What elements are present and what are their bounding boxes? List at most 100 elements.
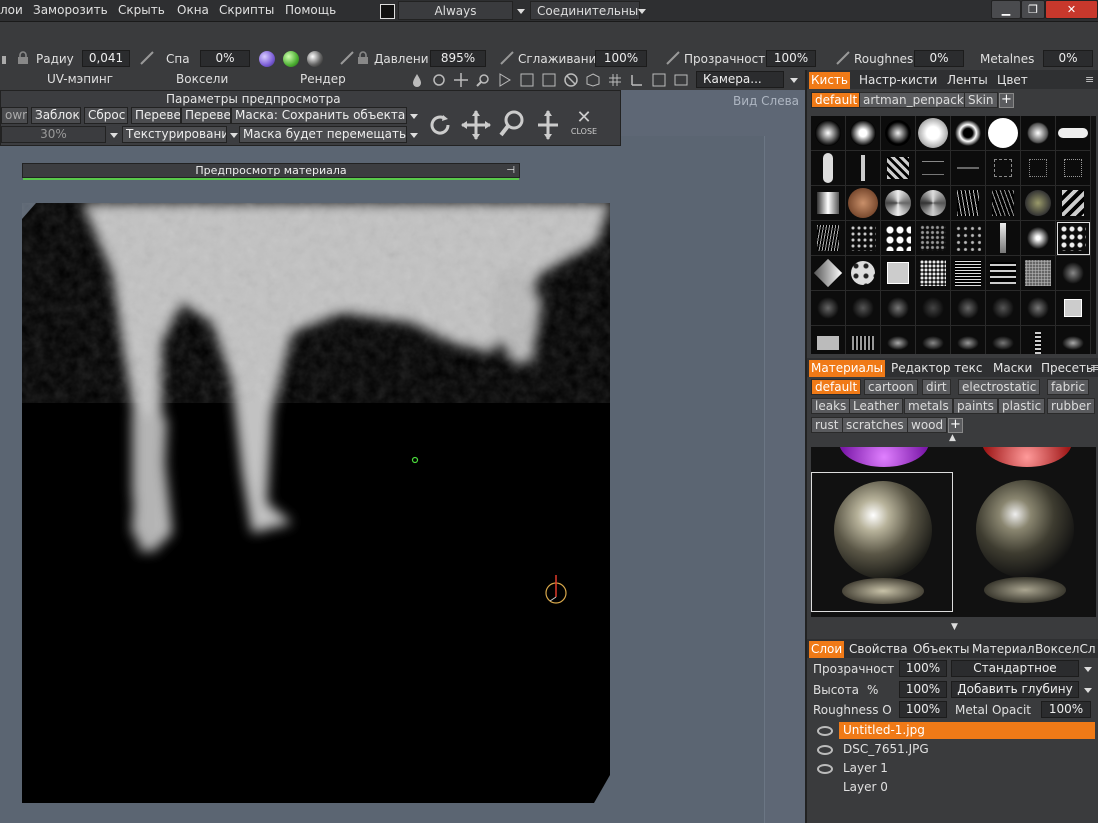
always-checkbox[interactable] [380, 4, 395, 19]
menu-freeze[interactable]: Заморозить [33, 3, 108, 17]
layer-row[interactable]: Layer 0 [839, 779, 1095, 796]
brush-item[interactable] [951, 256, 986, 291]
brush-item[interactable] [1021, 151, 1056, 186]
brush-item-selected[interactable] [1056, 221, 1091, 256]
rotate-icon[interactable] [426, 111, 454, 139]
brush-item[interactable] [1056, 256, 1091, 291]
tab-brush-settings[interactable]: Настр-кисти [857, 72, 939, 89]
opacity-input[interactable]: 100% [766, 50, 816, 67]
brush-item[interactable] [951, 186, 986, 221]
blend-mode-dropdown[interactable]: Стандартное [951, 660, 1079, 677]
mat-chip-metals[interactable]: metals [904, 398, 953, 414]
connect-dropdown[interactable]: Соединительны [530, 1, 640, 20]
brush-item[interactable] [951, 326, 986, 354]
lock-icon[interactable] [16, 51, 30, 65]
brush-item[interactable] [916, 116, 951, 151]
pressure-input[interactable]: 895% [430, 50, 486, 67]
brush-item[interactable] [1056, 326, 1091, 354]
spa-input[interactable]: 0% [200, 50, 250, 67]
layer-row[interactable]: DSC_7651.JPG [839, 741, 1095, 758]
brush-item[interactable] [881, 186, 916, 221]
chip-skin[interactable]: Skin [964, 92, 998, 108]
brush-item[interactable] [1056, 186, 1091, 221]
brush-item[interactable] [1021, 326, 1056, 354]
always-dropdown[interactable]: Always [398, 1, 513, 20]
brush-item[interactable] [1021, 116, 1056, 151]
brush-item[interactable] [881, 256, 916, 291]
tab-texture-editor[interactable]: Редактор текс [889, 360, 985, 377]
material-item[interactable] [954, 472, 1096, 612]
brush-item[interactable] [986, 116, 1021, 151]
mat-chip-rust[interactable]: rust [811, 417, 843, 433]
scroll-up-icon[interactable]: ▲ [949, 433, 956, 443]
brush-item[interactable] [916, 151, 951, 186]
mat-chip-wood[interactable]: wood [907, 417, 948, 433]
brush-item[interactable] [811, 221, 846, 256]
menu-help[interactable]: Помощь [285, 3, 336, 17]
brush-item[interactable] [916, 326, 951, 354]
drop-icon[interactable] [410, 73, 424, 87]
pin-icon[interactable]: ⊣ [506, 164, 515, 177]
menu-icon[interactable]: ≡ [1085, 73, 1094, 86]
reset-button[interactable]: Сброс [84, 107, 128, 124]
chip-artman[interactable]: artman_penpack [859, 92, 968, 108]
mat-chip-leaks[interactable]: leaks [811, 398, 851, 414]
brush-item[interactable] [1021, 186, 1056, 221]
brush-item[interactable] [951, 291, 986, 326]
tab-layers[interactable]: Слои [809, 641, 845, 658]
rotate-icon[interactable] [432, 73, 446, 87]
mat-chip-plastic[interactable]: plastic [998, 398, 1046, 414]
brush-item[interactable] [1056, 291, 1091, 326]
mat-chip-electrostatic[interactable]: electrostatic [958, 379, 1041, 395]
forbid-icon[interactable] [564, 73, 578, 87]
smooth-input[interactable]: 100% [595, 50, 647, 67]
layer-row[interactable]: Layer 1 [839, 760, 1095, 777]
brush-item[interactable] [986, 326, 1021, 354]
chevron-down-icon[interactable] [638, 9, 646, 14]
layer-roughness-input[interactable]: 100% [899, 701, 947, 718]
tab-masks[interactable]: Маски [991, 360, 1034, 377]
brush-item[interactable] [811, 326, 846, 354]
image-icon[interactable] [674, 73, 688, 87]
layer-row-selected[interactable]: Untitled-1.jpg [839, 722, 1095, 739]
brush-item[interactable] [846, 186, 881, 221]
mat-chip-leather[interactable]: Leather [849, 398, 903, 414]
brush-item[interactable] [986, 221, 1021, 256]
brush-item[interactable] [986, 291, 1021, 326]
close-window-button[interactable]: ✕ [1045, 0, 1098, 19]
pan-vertical-icon[interactable] [534, 109, 562, 141]
menu-icon[interactable]: ≡ [1090, 361, 1098, 374]
chevron-down-icon[interactable] [230, 133, 238, 138]
tab-color[interactable]: Цвет [995, 72, 1030, 89]
move-icon[interactable] [460, 109, 492, 141]
cube-icon[interactable] [586, 73, 600, 87]
brush-item[interactable] [986, 256, 1021, 291]
brush-item[interactable] [1056, 116, 1091, 151]
brush-item[interactable] [951, 221, 986, 256]
brush-item[interactable] [916, 186, 951, 221]
chevron-down-icon[interactable] [110, 133, 118, 138]
chevron-down-icon[interactable] [410, 114, 418, 119]
flip-v-button[interactable]: Перевер [181, 107, 231, 124]
tab-voxels[interactable]: Воксели [176, 72, 228, 86]
depth-mode-dropdown[interactable]: Добавить глубину [951, 681, 1079, 698]
grid-icon[interactable] [608, 73, 622, 87]
eye-icon[interactable] [817, 764, 833, 774]
tab-material[interactable]: Материал [970, 641, 1037, 658]
metalness-input[interactable]: 0% [1043, 50, 1093, 67]
chevron-down-icon[interactable] [410, 133, 418, 138]
material-item-selected[interactable] [811, 472, 953, 612]
brush-item[interactable] [846, 326, 881, 354]
opacity-slider[interactable]: 30% [1, 126, 106, 143]
zoom-icon[interactable] [498, 109, 526, 139]
material-item[interactable] [811, 447, 953, 469]
layer-metal-input[interactable]: 100% [1041, 701, 1091, 718]
brush-item[interactable] [986, 186, 1021, 221]
brush-item[interactable] [1021, 291, 1056, 326]
menu-layers[interactable]: лои [0, 3, 23, 17]
brush-item[interactable] [881, 326, 916, 354]
brush-item[interactable] [1056, 151, 1091, 186]
brush-item[interactable] [846, 116, 881, 151]
material-preview-bar[interactable]: Предпросмотр материала ⊣ [22, 163, 520, 180]
layer-opacity-input[interactable]: 100% [899, 660, 947, 677]
